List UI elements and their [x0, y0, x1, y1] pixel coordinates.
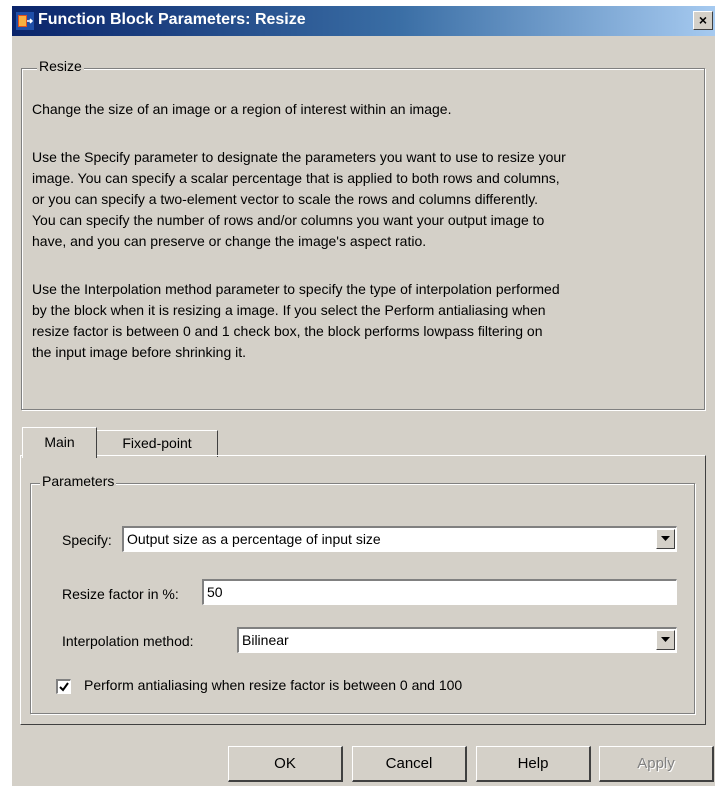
description-text: Use the Interpolation method parameter t…	[32, 281, 560, 360]
description-group-label: Resize	[37, 58, 84, 74]
antialias-label[interactable]: Perform antialiasing when resize factor …	[84, 677, 462, 693]
dialog-window: Function Block Parameters: Resize × Resi…	[12, 6, 715, 786]
specify-dropdown-button[interactable]	[656, 529, 675, 549]
help-button[interactable]: Help	[476, 746, 591, 782]
parameters-group-label: Parameters	[40, 473, 117, 489]
close-button[interactable]: ×	[693, 11, 713, 30]
interpolation-dropdown-button[interactable]	[656, 630, 675, 650]
resize-factor-label: Resize factor in %:	[62, 586, 179, 602]
chevron-down-icon	[661, 536, 670, 541]
tab-fixed-point[interactable]: Fixed-point	[96, 430, 218, 457]
checkmark-icon	[59, 682, 69, 692]
cancel-button[interactable]: Cancel	[352, 746, 467, 782]
tab-main[interactable]: Main	[22, 427, 97, 458]
antialias-checkbox[interactable]	[56, 679, 71, 694]
chevron-down-icon	[661, 637, 670, 642]
specify-value: Output size as a percentage of input siz…	[127, 531, 381, 547]
description-text: Change the size of an image or a region …	[32, 101, 452, 117]
description-text: Use the Specify parameter to designate t…	[32, 149, 566, 249]
resize-factor-value: 50	[207, 584, 223, 600]
specify-label: Specify:	[62, 532, 112, 548]
interpolation-value: Bilinear	[242, 632, 289, 648]
interpolation-dropdown[interactable]: Bilinear	[237, 627, 677, 653]
specify-dropdown[interactable]: Output size as a percentage of input siz…	[122, 526, 677, 552]
window-title: Function Block Parameters: Resize	[38, 11, 306, 28]
simulink-block-icon	[16, 12, 34, 30]
title-bar[interactable]: Function Block Parameters: Resize ×	[12, 6, 715, 36]
close-icon: ×	[698, 12, 708, 28]
ok-button[interactable]: OK	[228, 746, 343, 782]
interpolation-label: Interpolation method:	[62, 633, 194, 649]
apply-button[interactable]: Apply	[599, 746, 714, 782]
resize-factor-input[interactable]: 50	[202, 579, 677, 605]
tab-fixed-point-label: Fixed-point	[122, 435, 192, 451]
tab-main-label: Main	[44, 434, 75, 450]
